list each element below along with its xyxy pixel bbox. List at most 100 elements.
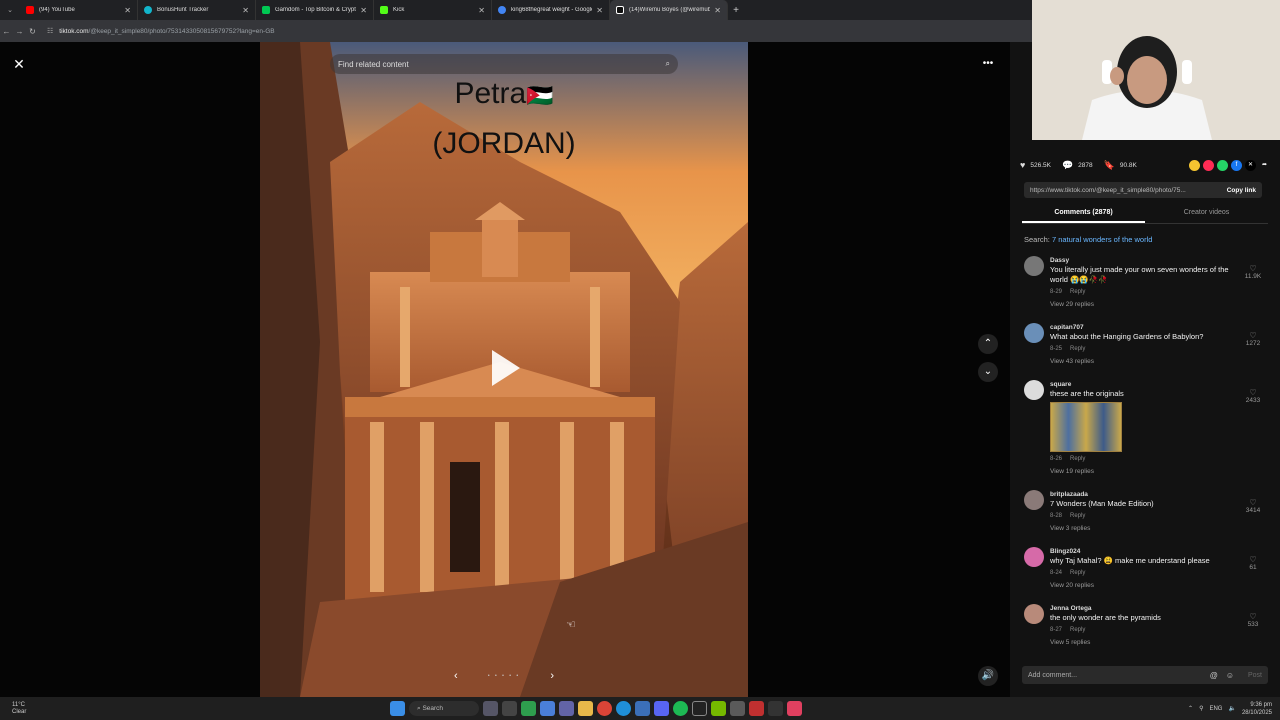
emoji-icon[interactable]: ☺ [1226, 671, 1234, 680]
browser-tab-gamdom[interactable]: Gamdom - Top Bitcoin & Crypto ✕ [256, 0, 374, 20]
reply-button[interactable]: Reply [1070, 513, 1085, 519]
x-share-icon[interactable]: ✕ [1245, 159, 1256, 171]
tab-creator-videos[interactable]: Creator videos [1145, 204, 1268, 223]
chevron-down-icon[interactable]: ⌄ [978, 362, 998, 382]
comment-author[interactable]: Blingz024 [1050, 547, 1238, 556]
tab-close-icon[interactable]: ✕ [714, 6, 721, 15]
browser-tab-bonushunt[interactable]: BonusHunt Tracker ✕ [138, 0, 256, 20]
comment-author[interactable]: square [1050, 380, 1238, 389]
like-heart-icon[interactable]: ♡ [1242, 555, 1264, 564]
app-pink-icon[interactable] [787, 701, 802, 716]
reply-button[interactable]: Reply [1070, 456, 1085, 462]
forward-arrow-icon[interactable]: → [13, 27, 26, 36]
calculator-icon[interactable] [635, 701, 650, 716]
like-heart-icon[interactable]: ♡ [1242, 264, 1264, 273]
weather-widget[interactable]: 11°C Clear [0, 702, 60, 716]
tab-close-icon[interactable]: ✕ [596, 6, 603, 15]
comment-author[interactable]: britplazaada [1050, 490, 1238, 499]
comment-image-thumbnail[interactable] [1050, 402, 1122, 452]
comment-author[interactable]: Jenna Ortega [1050, 604, 1238, 613]
tray-chevron-icon[interactable]: ⌃ [1188, 705, 1193, 712]
related-search-suggestion[interactable]: Search: 7 natural wonders of the world [1024, 235, 1152, 244]
view-replies-button[interactable]: View 5 replies [1050, 637, 1238, 649]
file-explorer-icon[interactable] [578, 701, 593, 716]
like-heart-icon[interactable]: ♡ [1242, 498, 1264, 507]
next-slide-icon[interactable]: › [550, 670, 554, 682]
windows-start-icon[interactable] [390, 701, 405, 716]
embed-share-icon[interactable] [1189, 159, 1200, 171]
copy-link-button[interactable]: Copy link [1221, 187, 1262, 194]
bookmark-icon[interactable]: 🔖 [1104, 160, 1115, 171]
chrome-icon[interactable] [597, 701, 612, 716]
tab-close-icon[interactable]: ✕ [124, 6, 131, 15]
previous-slide-icon[interactable]: ‹ [454, 670, 458, 682]
network-icon[interactable]: ⚲ [1199, 705, 1203, 712]
view-replies-button[interactable]: View 29 replies [1050, 299, 1238, 311]
post-button[interactable]: Post [1248, 672, 1262, 679]
browser-tab-tiktok[interactable]: (14)Wiremu Boyes (@wiremub... ✕ [610, 0, 728, 20]
share-link-url[interactable]: https://www.tiktok.com/@keep_it_simple80… [1024, 187, 1221, 194]
more-options-icon[interactable]: ••• [978, 54, 998, 74]
speaker-icon[interactable]: 🔈 [1228, 705, 1235, 712]
like-heart-icon[interactable]: ♡ [1242, 388, 1264, 397]
browser-tab-google[interactable]: king68thegreat weight - Google ✕ [492, 0, 610, 20]
obs-icon[interactable] [692, 701, 707, 716]
tab-close-icon[interactable]: ✕ [360, 6, 367, 15]
app-dark-icon[interactable] [768, 701, 783, 716]
chevron-up-icon[interactable]: ⌃ [978, 334, 998, 354]
app-blue-icon[interactable] [540, 701, 555, 716]
add-comment-input[interactable]: Add comment... @ ☺ Post [1022, 666, 1268, 684]
browser-tab-youtube[interactable]: (94) YouTube ✕ [20, 0, 138, 20]
language-indicator[interactable]: ENG [1209, 706, 1222, 712]
volume-icon[interactable]: 🔊 [978, 666, 998, 686]
close-icon[interactable]: ✕ [9, 54, 29, 74]
nvidia-icon[interactable] [711, 701, 726, 716]
more-share-icon[interactable]: ➦ [1259, 160, 1270, 171]
tab-comments[interactable]: Comments (2878) [1022, 204, 1145, 223]
view-replies-button[interactable]: View 19 replies [1050, 466, 1238, 478]
avatar[interactable] [1024, 604, 1044, 624]
photo-slide[interactable]: Find related content ⌕ Petra🇯🇴 (JORDAN) … [260, 42, 748, 697]
tab-search-icon[interactable]: ⌄ [0, 6, 20, 14]
avatar[interactable] [1024, 547, 1044, 567]
whatsapp-share-icon[interactable] [1217, 159, 1228, 171]
clock[interactable]: 9:36 pm 28/10/2025 [1242, 701, 1272, 717]
tab-close-icon[interactable]: ✕ [478, 6, 485, 15]
reply-button[interactable]: Reply [1070, 570, 1085, 576]
site-info-icon[interactable]: ☷ [47, 27, 53, 35]
mention-icon[interactable]: @ [1210, 671, 1218, 680]
view-replies-button[interactable]: View 3 replies [1050, 523, 1238, 535]
tab-close-icon[interactable]: ✕ [242, 6, 249, 15]
comment-author[interactable]: Dassy [1050, 256, 1238, 265]
spotify-icon[interactable] [673, 701, 688, 716]
reply-button[interactable]: Reply [1070, 346, 1085, 352]
heart-icon[interactable]: ♥ [1020, 160, 1025, 170]
app-red-icon[interactable] [749, 701, 764, 716]
discord-icon[interactable] [654, 701, 669, 716]
browser-tab-kick[interactable]: Kick ✕ [374, 0, 492, 20]
task-view-icon[interactable] [502, 701, 517, 716]
facebook-share-icon[interactable]: f [1231, 159, 1242, 171]
settings-gear-icon[interactable] [730, 701, 745, 716]
teams-icon[interactable] [559, 701, 574, 716]
url-field[interactable]: tiktok.com/@keep_it_simple80/photo/75314… [59, 28, 274, 35]
comment-author[interactable]: capitan707 [1050, 323, 1238, 332]
view-replies-button[interactable]: View 20 replies [1050, 580, 1238, 592]
play-icon[interactable] [492, 350, 520, 386]
app-green-icon[interactable] [521, 701, 536, 716]
back-arrow-icon[interactable]: ← [0, 27, 13, 36]
like-heart-icon[interactable]: ♡ [1242, 612, 1264, 621]
avatar[interactable] [1024, 490, 1044, 510]
avatar[interactable] [1024, 380, 1044, 400]
reply-button[interactable]: Reply [1070, 289, 1085, 295]
reload-icon[interactable]: ↻ [26, 27, 39, 36]
new-tab-button[interactable]: + [728, 5, 744, 16]
avatar[interactable] [1024, 323, 1044, 343]
related-search-query[interactable]: 7 natural wonders of the world [1052, 235, 1152, 244]
taskbar-search[interactable]: ⌕ Search [409, 701, 479, 716]
like-heart-icon[interactable]: ♡ [1242, 331, 1264, 340]
view-replies-button[interactable]: View 43 replies [1050, 356, 1238, 368]
avatar[interactable] [1024, 256, 1044, 276]
search-icon[interactable]: ⌕ [666, 59, 670, 69]
widgets-icon[interactable] [483, 701, 498, 716]
